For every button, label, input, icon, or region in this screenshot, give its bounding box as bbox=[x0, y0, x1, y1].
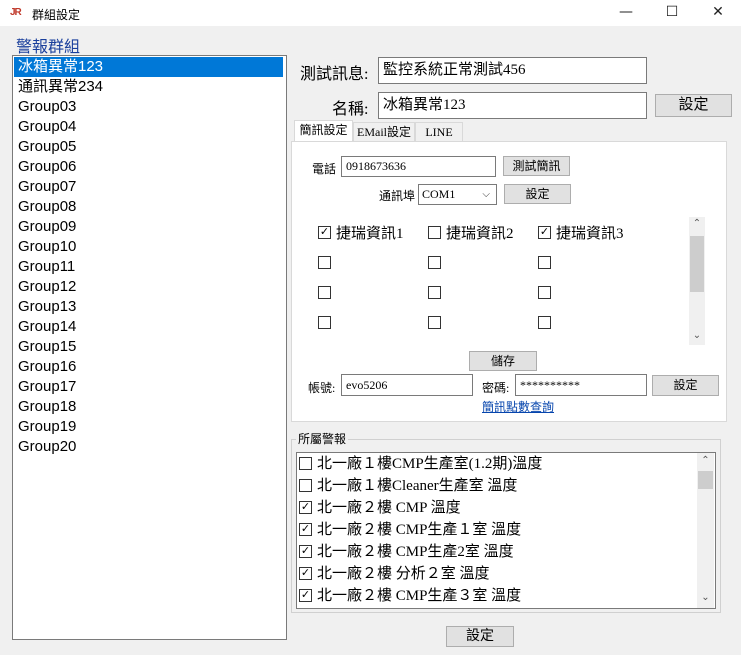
account-input[interactable]: evo5206 bbox=[341, 374, 473, 396]
group-list-item[interactable]: Group20 bbox=[14, 437, 283, 457]
account-label: 帳號: bbox=[308, 381, 336, 395]
recipient-checkbox[interactable] bbox=[538, 316, 551, 329]
window-title: 群組設定 bbox=[32, 8, 81, 22]
port-select[interactable]: COM1 ⌵ bbox=[418, 184, 497, 205]
alarm-list-item[interactable]: 北一廠１樓Cleaner生產室 溫度 bbox=[299, 475, 517, 497]
group-list-item[interactable]: Group19 bbox=[14, 417, 283, 437]
group-list-item[interactable]: Group11 bbox=[14, 257, 283, 277]
group-list-item[interactable]: Group06 bbox=[14, 157, 283, 177]
group-list[interactable]: 冰箱異常123 通訊異常234 Group03 Group04 Group05 Group… bbox=[12, 55, 287, 640]
alarm-set-button[interactable]: 設定 bbox=[446, 626, 514, 647]
password-label: 密碼: bbox=[482, 381, 510, 395]
name-label: 名稱: bbox=[332, 101, 369, 118]
alarm-list-item[interactable]: 北一廠１樓CMP生產室(1.2期)溫度 bbox=[299, 453, 542, 475]
group-list-item[interactable]: Group10 bbox=[14, 237, 283, 257]
tab-email[interactable]: EMail設定 bbox=[353, 122, 415, 142]
alarm-list-item[interactable]: ✓ 北一廠２樓 CMP生產2室 溫度 bbox=[299, 541, 514, 563]
account-set-button[interactable]: 設定 bbox=[652, 375, 719, 396]
save-button[interactable]: 儲存 bbox=[469, 351, 537, 371]
recipient-checkbox[interactable]: ✓ bbox=[538, 226, 551, 239]
alarm-item-label: 北一廠１樓CMP生產室(1.2期)溫度 bbox=[317, 456, 543, 472]
group-list-item[interactable]: Group07 bbox=[14, 177, 283, 197]
group-list-item[interactable]: Group03 bbox=[14, 97, 283, 117]
group-list-item[interactable]: Group05 bbox=[14, 137, 283, 157]
recipient-scroll-thumb[interactable] bbox=[690, 236, 704, 292]
group-list-item[interactable]: 冰箱異常123 bbox=[14, 57, 283, 77]
alarm-scroll-thumb[interactable] bbox=[698, 471, 713, 489]
recipient-checkbox[interactable] bbox=[318, 316, 331, 329]
recipient-checkbox[interactable] bbox=[318, 256, 331, 269]
group-list-item[interactable]: Group18 bbox=[14, 397, 283, 417]
recipient-checkbox[interactable]: ✓ bbox=[318, 226, 331, 239]
recipient-checkbox[interactable] bbox=[318, 286, 331, 299]
group-list-item[interactable]: 通訊異常234 bbox=[14, 77, 283, 97]
recipient-label: 捷瑞資訊2 bbox=[446, 226, 514, 242]
alarm-item-label: 北一廠１樓Cleaner生產室 溫度 bbox=[317, 478, 518, 494]
alarm-item-label: 北一廠２樓 分析２室 溫度 bbox=[317, 566, 490, 582]
recipient-checkbox[interactable] bbox=[538, 286, 551, 299]
group-list-item[interactable]: Group14 bbox=[14, 317, 283, 337]
alarm-list-item[interactable]: ✓ 北一廠２樓 CMP生產３室 溫度 bbox=[299, 585, 521, 607]
alarm-checkbox[interactable]: ✓ bbox=[299, 567, 312, 581]
scroll-down-icon[interactable]: ⌄ bbox=[689, 330, 705, 344]
alarm-scroll-down-icon[interactable]: ⌄ bbox=[697, 592, 714, 606]
port-set-button[interactable]: 設定 bbox=[504, 184, 571, 204]
alarm-item-label: 北一廠２樓 CMP 溫度 bbox=[317, 500, 461, 516]
group-list-item[interactable]: Group15 bbox=[14, 337, 283, 357]
alarm-groupbox-title: 所屬警報 bbox=[296, 430, 349, 447]
test-sms-button[interactable]: 測試簡訊 bbox=[503, 156, 570, 176]
alarm-list[interactable]: 北一廠１樓CMP生產室(1.2期)溫度 北一廠１樓Cleaner生產室 溫度 ✓ 北一… bbox=[296, 452, 716, 609]
password-input[interactable]: ********** bbox=[515, 374, 647, 396]
alarm-list-item[interactable]: ✓ 北一廠２樓 分析２室 溫度 bbox=[299, 563, 490, 585]
group-list-item[interactable]: Group12 bbox=[14, 277, 283, 297]
alarm-checkbox[interactable]: ✓ bbox=[299, 589, 312, 603]
group-list-header: 警報群組 bbox=[16, 39, 81, 56]
tab-sms[interactable]: 簡訊設定 bbox=[294, 120, 353, 141]
name-set-button[interactable]: 設定 bbox=[655, 94, 732, 117]
chevron-down-icon: ⌵ bbox=[482, 189, 490, 200]
scroll-up-icon[interactable]: ⌃ bbox=[689, 218, 705, 232]
recipient-label: 捷瑞資訊1 bbox=[336, 226, 404, 242]
app-icon: JR bbox=[10, 7, 22, 18]
minimize-button[interactable]: — bbox=[603, 0, 649, 26]
phone-input[interactable]: 0918673636 bbox=[341, 156, 496, 177]
alarm-checkbox[interactable] bbox=[299, 479, 312, 493]
sms-points-query-link[interactable]: 簡訊點數查詢 bbox=[482, 398, 554, 415]
port-select-value: COM1 bbox=[422, 187, 456, 201]
phone-label: 電話 bbox=[312, 162, 337, 176]
alarm-list-item[interactable]: ✓ 北一廠２樓 CMP 溫度 bbox=[299, 497, 461, 519]
alarm-checkbox[interactable]: ✓ bbox=[299, 545, 312, 559]
alarm-item-label: 北一廠２樓 CMP生產2室 溫度 bbox=[317, 544, 514, 560]
recipient-checkbox[interactable] bbox=[538, 256, 551, 269]
group-list-item[interactable]: Group16 bbox=[14, 357, 283, 377]
group-list-item[interactable]: Group09 bbox=[14, 217, 283, 237]
recipient-checkbox[interactable] bbox=[428, 226, 441, 239]
maximize-button[interactable]: ☐ bbox=[649, 0, 695, 26]
alarm-item-label: 北一廠２樓 CMP生產３室 溫度 bbox=[317, 588, 522, 604]
group-list-item[interactable]: Group04 bbox=[14, 117, 283, 137]
alarm-checkbox[interactable]: ✓ bbox=[299, 523, 312, 537]
test-message-input[interactable]: 監控系統正常測試456 bbox=[378, 57, 647, 84]
port-label: 通訊埠 bbox=[379, 189, 416, 203]
group-list-item[interactable]: Group17 bbox=[14, 377, 283, 397]
recipient-checkbox[interactable] bbox=[428, 256, 441, 269]
alarm-scroll-up-icon[interactable]: ⌃ bbox=[697, 455, 714, 469]
recipient-label: 捷瑞資訊3 bbox=[556, 226, 624, 242]
alarm-list-item[interactable]: ✓ 北一廠２樓 CMP生產１室 溫度 bbox=[299, 519, 521, 541]
alarm-checkbox[interactable]: ✓ bbox=[299, 501, 312, 515]
alarm-item-label: 北一廠２樓 CMP生產１室 溫度 bbox=[317, 522, 522, 538]
alarm-checkbox[interactable] bbox=[299, 457, 312, 471]
name-input[interactable]: 冰箱異常123 bbox=[378, 92, 647, 119]
tab-line[interactable]: LINE bbox=[415, 122, 463, 142]
group-list-item[interactable]: Group08 bbox=[14, 197, 283, 217]
group-list-item[interactable]: Group13 bbox=[14, 297, 283, 317]
recipient-checkbox[interactable] bbox=[428, 316, 441, 329]
test-message-label: 測試訊息: bbox=[300, 66, 369, 83]
close-button[interactable]: ✕ bbox=[695, 0, 741, 26]
recipient-checkbox[interactable] bbox=[428, 286, 441, 299]
